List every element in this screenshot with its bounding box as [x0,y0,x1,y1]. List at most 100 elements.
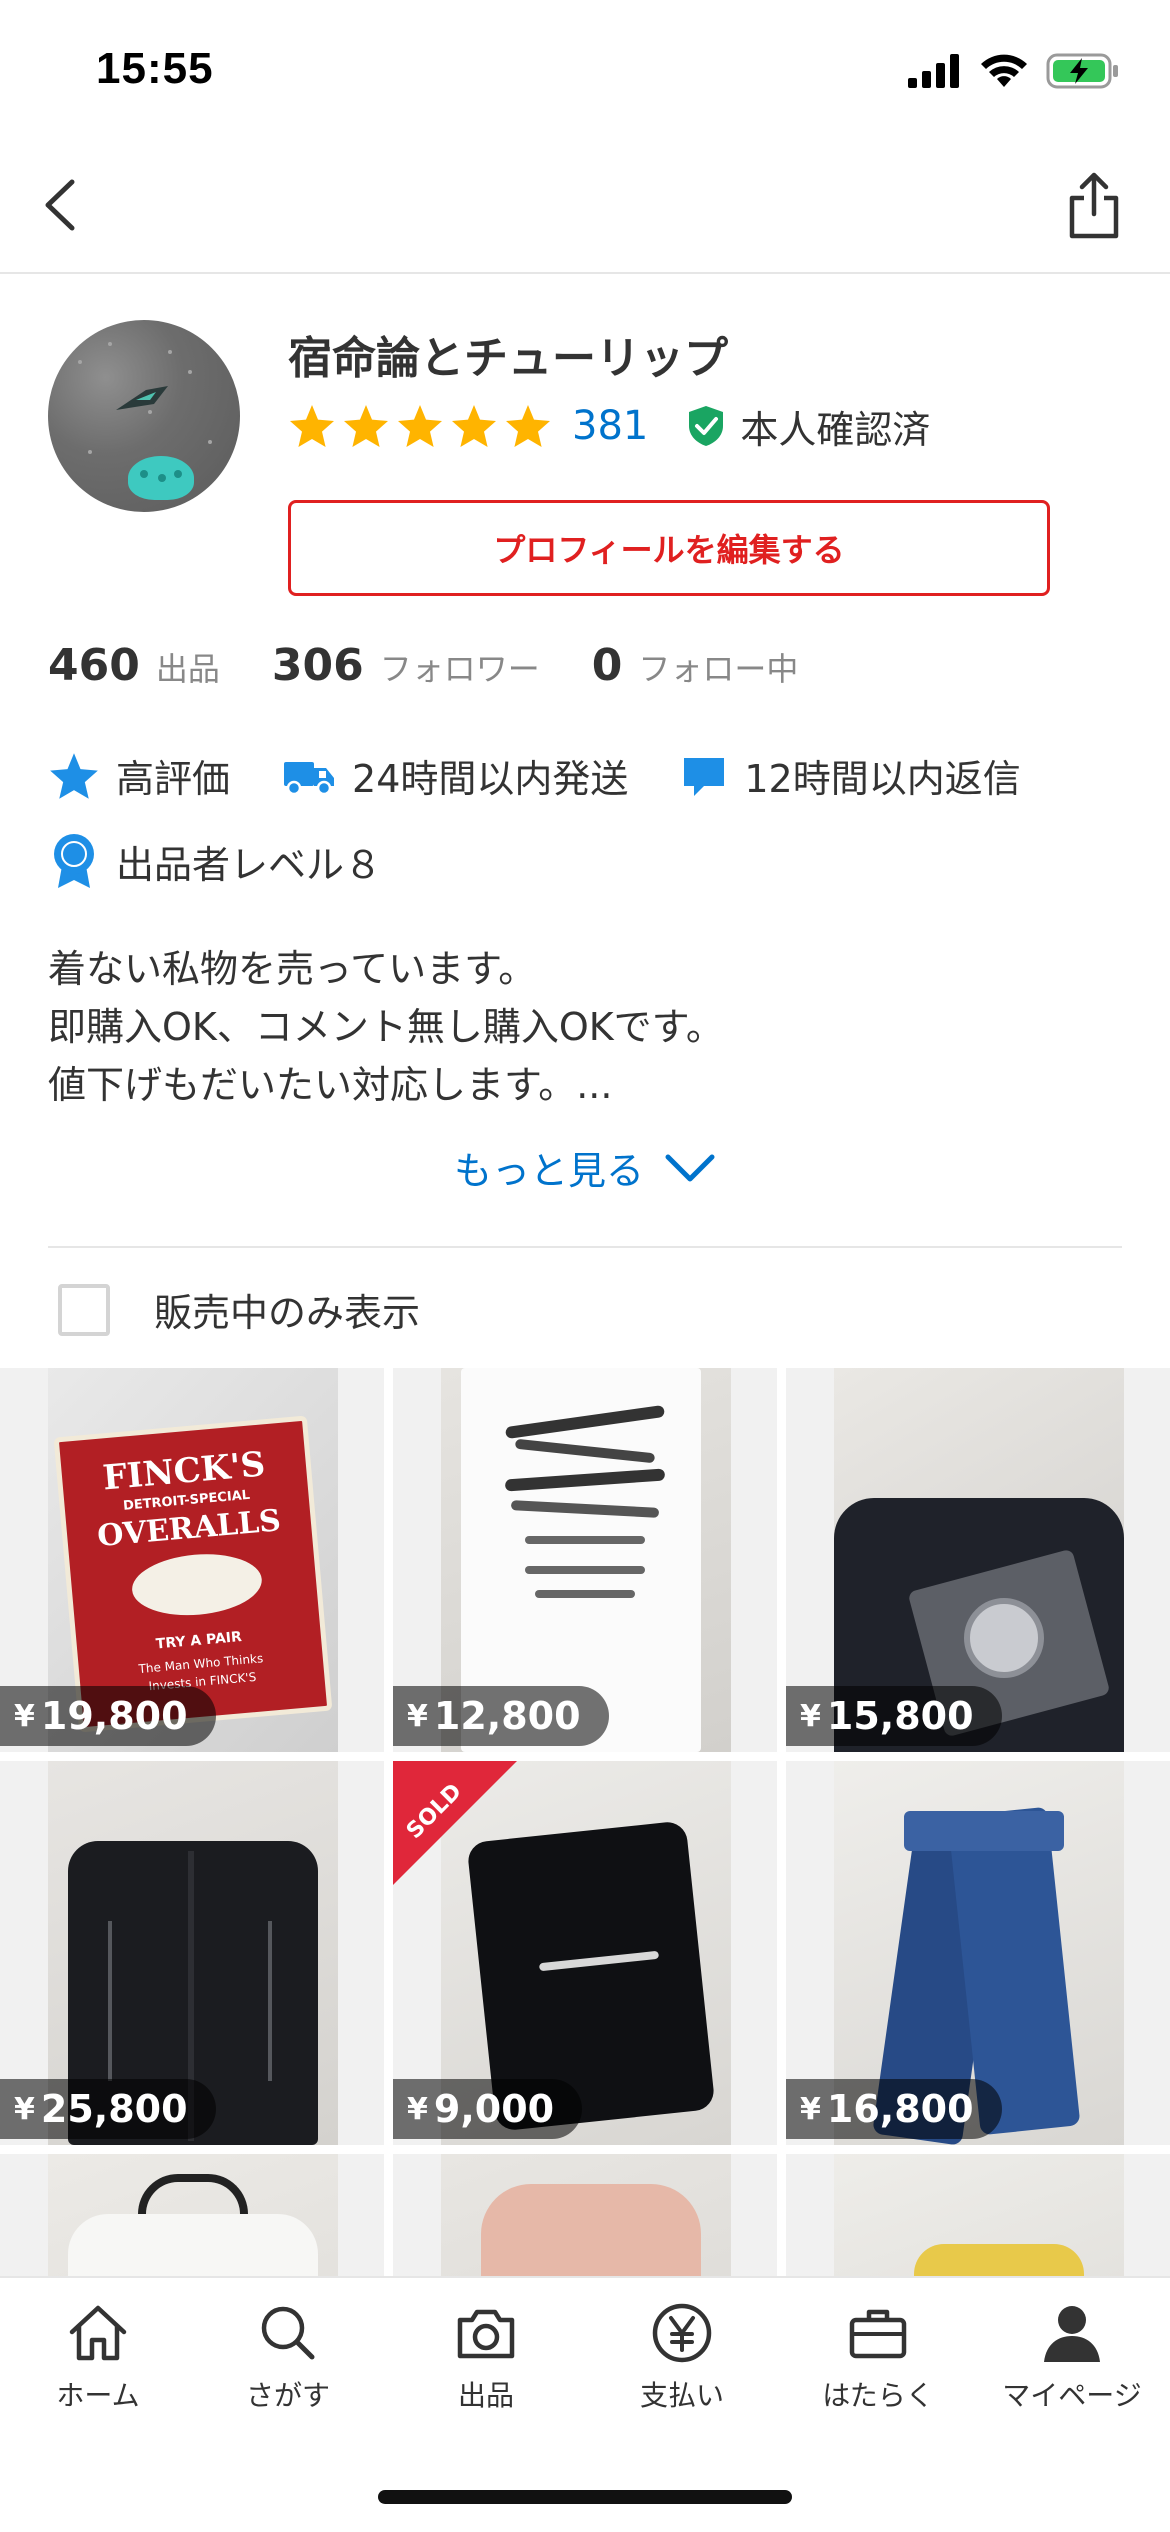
badge-fast-shipping: 24時間以内発送 [282,748,628,803]
rating-count[interactable]: 381 [572,403,648,449]
price-tag: ¥12,800 [393,1686,609,1746]
price-tag: ¥25,800 [0,2079,216,2139]
stat-label: フォロー中 [638,650,799,688]
chevron-down-icon [665,1154,715,1181]
badge-label: 出品者レベル８ [116,842,383,887]
status-time: 15:55 [96,44,214,93]
yen-symbol: ¥ [14,1698,35,1734]
tab-home[interactable]: ホーム [0,2302,196,2414]
tab-sell[interactable]: 出品 [388,2302,584,2414]
tab-mypage[interactable]: マイページ [974,2302,1170,2414]
item-tile[interactable]: ¥25,800 [0,1761,384,2145]
home-indicator[interactable] [378,2490,792,2504]
avatar[interactable] [48,320,240,512]
signal-icon [908,54,959,88]
item-tile[interactable]: ¥12,800 [393,1368,777,1752]
price-tag: ¥15,800 [786,1686,1002,1746]
yen-symbol: ¥ [800,2091,821,2127]
tab-label: ホーム [56,2379,140,2412]
tab-label: マイページ [1002,2379,1142,2412]
truck-icon [284,761,335,795]
badge-high-rating: 高評価 [48,748,230,803]
stat-listings[interactable]: 460 出品 [48,640,220,691]
status-icons [908,52,1120,90]
share-button[interactable] [1058,170,1130,242]
stat-following[interactable]: 0 フォロー中 [592,640,799,691]
item-price: 25,800 [40,2087,188,2131]
price-tag: ¥16,800 [786,2079,1002,2139]
rating-row[interactable]: 381 本人確認済 [288,398,930,454]
yen-symbol: ¥ [800,1698,821,1734]
item-tile[interactable]: FINCK'S DETROIT-SPECIAL OVERALLS TRY A P… [0,1368,384,1752]
star-icon [398,405,442,447]
yen-circle-icon [652,2303,712,2363]
badge-seller-level: 出品者レベル８ [48,832,382,890]
price-tag: ¥9,000 [393,2079,583,2139]
star-icon [290,405,334,447]
tab-work[interactable]: はたらく [780,2302,976,2414]
yen-symbol: ¥ [407,1698,428,1734]
tab-label: 出品 [457,2379,514,2412]
bio-line: 即購入OK、コメント無し購入OKです。 [48,1005,724,1049]
item-price: 16,800 [826,2087,974,2131]
seller-badges: 高評価 24時間以内発送 12時間以内返信 [48,748,1073,803]
item-price: 12,800 [433,1694,581,1738]
shield-check-icon [689,406,724,446]
on-sale-checkbox[interactable] [58,1283,110,1336]
share-icon [1069,172,1119,239]
verified-badge: 本人確認済 [686,399,930,454]
yen-symbol: ¥ [407,2091,428,2127]
item-tile[interactable]: ¥16,800 [786,1761,1170,2145]
divider [48,1246,1122,1248]
briefcase-icon [849,2309,907,2359]
star-icon [452,405,496,447]
star-icon [50,752,98,799]
item-price: 19,800 [40,1694,188,1738]
status-bar: 15:55 [0,0,1170,140]
home-icon [69,2305,127,2361]
stats-row: 460 出品 306 フォロワー 0 フォロー中 [48,640,850,691]
bio-line: 値下げもだいたい対応します。... [48,1063,613,1107]
chevron-left-icon [45,179,75,231]
person-icon [1044,2306,1100,2362]
star-icon [506,405,550,447]
stat-label: フォロワー [379,650,540,688]
navigation-header [0,140,1170,274]
tab-label: 支払い [639,2379,724,2412]
tab-search[interactable]: さがす [190,2302,386,2414]
tab-label: さがす [245,2379,330,2412]
stat-followers[interactable]: 306 フォロワー [272,640,540,691]
avatar-butterfly [116,386,168,410]
item-price: 9,000 [433,2087,555,2131]
profile-bio: 着ない私物を売っています。 即購入OK、コメント無し購入OKです。 値下げもだい… [48,940,724,1114]
star-icon [344,405,388,447]
yen-symbol: ¥ [14,2091,35,2127]
stat-value: 460 [48,640,140,691]
search-icon [261,2306,315,2360]
tab-payment[interactable]: 支払い [584,2302,780,2414]
show-more-link[interactable]: もっと見る [0,1140,1170,1195]
stat-value: 0 [591,640,623,691]
badge-label: 24時間以内発送 [352,757,629,801]
badge-label: 12時間以内返信 [744,757,1021,801]
edit-profile-button[interactable]: プロフィールを編集する [288,500,1050,596]
seller-level-row: 出品者レベル８ [48,832,434,890]
rating-stars [288,403,552,449]
profile-name: 宿命論とチューリップ [288,333,728,384]
back-button[interactable] [30,170,100,240]
verified-label: 本人確認済 [740,407,931,452]
price-tag: ¥19,800 [0,1686,216,1746]
on-sale-filter[interactable]: 販売中のみ表示 [58,1282,420,1337]
stat-label: 出品 [155,650,220,688]
show-more-label: もっと見る [453,1149,644,1193]
item-tile[interactable]: ¥15,800 [786,1368,1170,1752]
item-price: 15,800 [826,1694,974,1738]
item-tile[interactable]: SOLD ¥9,000 [393,1761,777,2145]
tab-label: はたらく [822,2379,934,2412]
stat-value: 306 [271,640,364,691]
bio-line: 着ない私物を売っています。 [48,947,537,991]
wifi-icon [981,54,1027,87]
medal-icon [54,834,94,888]
filter-label: 販売中のみ表示 [154,1291,421,1335]
camera-icon [457,2309,515,2359]
